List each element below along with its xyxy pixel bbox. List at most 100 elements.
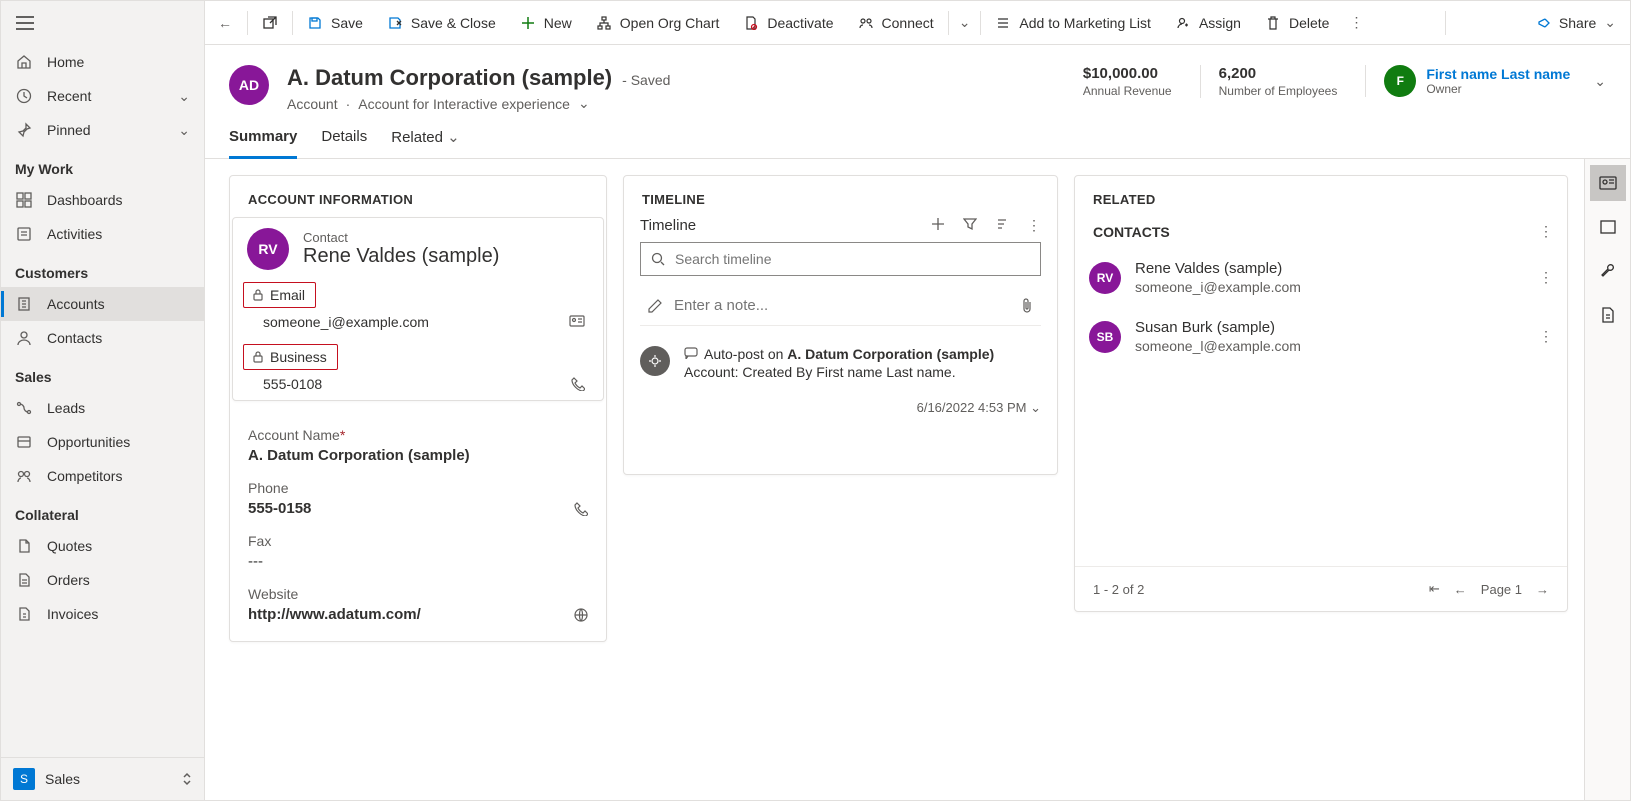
marketing-button[interactable]: Add to Marketing List xyxy=(983,1,1163,44)
more-button[interactable]: ⋮ xyxy=(1027,217,1041,234)
section-title: TIMELINE xyxy=(624,176,1057,217)
email-value[interactable]: someone_i@example.com xyxy=(263,314,429,330)
connect-button[interactable]: Connect xyxy=(846,1,946,44)
assign-button[interactable]: Assign xyxy=(1163,1,1253,44)
hamburger-button[interactable] xyxy=(9,7,41,39)
sidebar-group-sales: Sales xyxy=(1,355,204,391)
email-label: Email xyxy=(270,287,305,303)
label: Related xyxy=(391,129,443,146)
sidebar-group-mywork: My Work xyxy=(1,147,204,183)
fax-value[interactable]: --- xyxy=(230,553,606,574)
new-button[interactable]: New xyxy=(508,1,584,44)
sidebar-label: Recent xyxy=(47,88,91,104)
rail-assistant[interactable] xyxy=(1590,165,1626,201)
sidebar-item-pinned[interactable]: Pinned ⌄ xyxy=(1,113,204,147)
label: Save xyxy=(331,15,363,31)
deactivate-button[interactable]: Deactivate xyxy=(731,1,845,44)
sidebar-label: Pinned xyxy=(47,122,91,138)
next-page-button[interactable]: → xyxy=(1536,582,1549,597)
share-button[interactable]: Share⌄ xyxy=(1521,1,1630,44)
delete-button[interactable]: Delete xyxy=(1253,1,1341,44)
row-more-button[interactable]: ⋮ xyxy=(1539,328,1553,345)
prev-page-button[interactable]: ← xyxy=(1454,582,1467,597)
chevron-down-icon: ⌄ xyxy=(178,88,190,105)
note-input[interactable] xyxy=(674,297,1009,314)
add-button[interactable] xyxy=(931,217,945,234)
chevron-down-icon: ⌄ xyxy=(178,122,190,139)
sidebar-item-orders[interactable]: Orders xyxy=(1,563,204,597)
form-name[interactable]: Account for Interactive experience xyxy=(358,96,570,112)
tab-details[interactable]: Details xyxy=(321,128,367,158)
save-button[interactable]: Save xyxy=(295,1,375,44)
chevron-down-icon[interactable]: ⌄ xyxy=(1594,73,1606,90)
contact-name[interactable]: Rene Valdes (sample) xyxy=(303,245,499,268)
timeline-card: TIMELINE Timeline ⋮ xyxy=(623,175,1058,475)
sidebar-item-invoices[interactable]: Invoices xyxy=(1,597,204,631)
tab-related[interactable]: Related ⌄ xyxy=(391,128,459,158)
sidebar-item-activities[interactable]: Activities xyxy=(1,217,204,251)
invoices-icon xyxy=(15,605,33,623)
card-icon[interactable] xyxy=(569,315,585,329)
back-icon: ← xyxy=(217,15,233,31)
more-vertical-icon: ⋮ xyxy=(1349,14,1363,31)
rail-doc[interactable] xyxy=(1590,297,1626,333)
separator xyxy=(292,11,293,35)
sidebar-item-accounts[interactable]: Accounts xyxy=(1,287,204,321)
main-area: ← Save Save & Close New Open Org Chart D… xyxy=(205,1,1630,800)
sidebar-item-dashboards[interactable]: Dashboards xyxy=(1,183,204,217)
left-sidebar: Home Recent ⌄ Pinned ⌄ My Work Dashboard… xyxy=(1,1,205,800)
more-button[interactable]: ⋮ xyxy=(1539,223,1553,240)
first-page-button[interactable]: ⇤ xyxy=(1429,581,1440,597)
sidebar-footer[interactable]: S Sales xyxy=(1,757,204,800)
sidebar-item-opportunities[interactable]: Opportunities xyxy=(1,425,204,459)
sidebar-label: Contacts xyxy=(47,330,102,346)
save-close-button[interactable]: Save & Close xyxy=(375,1,508,44)
pin-icon xyxy=(15,121,33,139)
sidebar-item-quotes[interactable]: Quotes xyxy=(1,529,204,563)
chevron-down-icon[interactable]: ⌄ xyxy=(578,95,590,112)
search-input[interactable] xyxy=(675,251,1030,267)
sidebar-item-recent[interactable]: Recent ⌄ xyxy=(1,79,204,113)
chevron-down-icon[interactable]: ⌄ xyxy=(1030,400,1041,415)
entity-type: Account xyxy=(287,96,338,112)
rail-wrench[interactable] xyxy=(1590,253,1626,289)
org-chart-button[interactable]: Open Org Chart xyxy=(584,1,732,44)
attach-icon[interactable] xyxy=(1021,298,1033,314)
timeline-search[interactable] xyxy=(640,242,1041,276)
email-locked-field[interactable]: Email xyxy=(243,282,316,308)
phone-icon[interactable] xyxy=(571,377,585,391)
sidebar-item-leads[interactable]: Leads xyxy=(1,391,204,425)
separator xyxy=(948,11,949,35)
owner-name[interactable]: First name Last name xyxy=(1426,66,1570,82)
business-value[interactable]: 555-0108 xyxy=(263,376,322,392)
popout-icon xyxy=(262,15,278,31)
employees-value: 6,200 xyxy=(1219,65,1338,82)
contact-label: Contact xyxy=(303,230,499,245)
popout-button[interactable] xyxy=(250,1,290,44)
timeline-item[interactable]: Auto-post on A. Datum Corporation (sampl… xyxy=(624,340,1057,434)
contact-row[interactable]: SB Susan Burk (sample) someone_l@example… xyxy=(1075,307,1567,366)
timeline-note[interactable] xyxy=(640,286,1041,326)
sidebar-item-contacts[interactable]: Contacts xyxy=(1,321,204,355)
sidebar-item-home[interactable]: Home xyxy=(1,45,204,79)
tab-summary[interactable]: Summary xyxy=(229,128,297,158)
filter-button[interactable] xyxy=(963,217,977,234)
account-name-value[interactable]: A. Datum Corporation (sample) xyxy=(230,447,606,468)
website-value[interactable]: http://www.adatum.com/ xyxy=(230,606,606,627)
contact-icon xyxy=(15,329,33,347)
business-locked-field[interactable]: Business xyxy=(243,344,338,370)
globe-icon[interactable] xyxy=(574,608,588,622)
chevron-down-icon: ⌄ xyxy=(447,129,460,146)
row-more-button[interactable]: ⋮ xyxy=(1539,269,1553,286)
rail-panel[interactable] xyxy=(1590,209,1626,245)
contact-row[interactable]: RV Rene Valdes (sample) someone_i@exampl… xyxy=(1075,248,1567,307)
contact-avatar: SB xyxy=(1089,321,1121,353)
overflow-button[interactable]: ⋮ xyxy=(1341,1,1371,44)
connect-chevron[interactable]: ⌄ xyxy=(951,1,979,44)
sort-button[interactable] xyxy=(995,217,1009,234)
phone-value[interactable]: 555-0158 xyxy=(230,500,606,521)
back-button[interactable]: ← xyxy=(205,1,245,44)
phone-label: Phone xyxy=(230,468,606,500)
sidebar-item-competitors[interactable]: Competitors xyxy=(1,459,204,493)
phone-icon[interactable] xyxy=(574,502,588,516)
